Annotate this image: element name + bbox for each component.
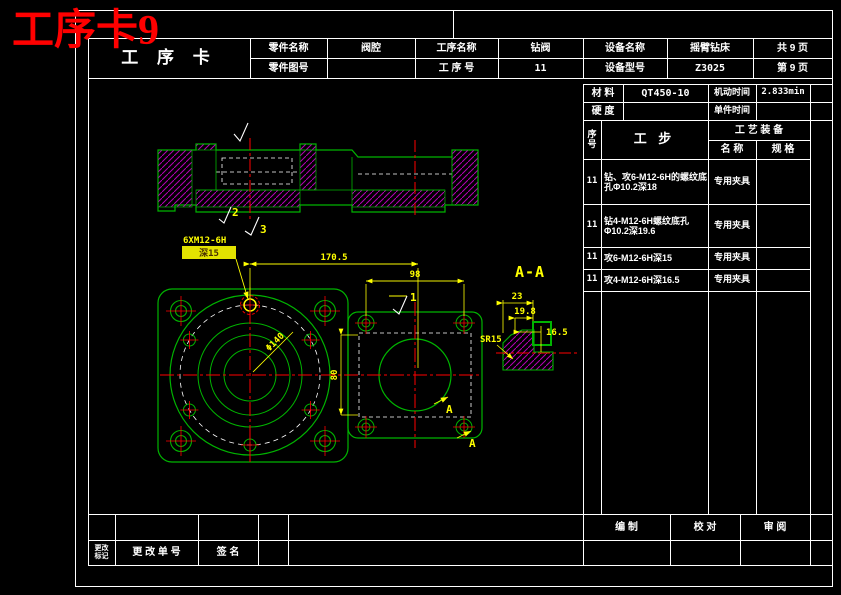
equipment-model-label: 设备型号 xyxy=(605,62,645,74)
machine-time-label: 机动时间 xyxy=(713,87,750,98)
step-desc: 攻4-M12-6H深16.5 xyxy=(604,275,680,286)
step-seq: 11 xyxy=(586,274,598,285)
equipment-model-value: Z3025 xyxy=(694,62,726,74)
step-tool: 专用夹具 xyxy=(713,175,750,186)
hardness-value xyxy=(623,102,708,120)
grid-line xyxy=(88,78,832,79)
step-tool: 专用夹具 xyxy=(713,274,750,285)
red-annotation-title: 工序卡9 xyxy=(12,8,160,54)
total-pages: 共 9 页 xyxy=(776,42,809,54)
check-label: 校 对 xyxy=(693,521,717,533)
step-spec xyxy=(756,204,810,247)
step-seq: 11 xyxy=(586,175,598,186)
inner-frame-right xyxy=(832,38,833,565)
part-name-label: 零件名称 xyxy=(268,42,309,54)
tool-spec-header: 规 格 xyxy=(771,144,795,155)
part-no-label: 零件图号 xyxy=(268,62,309,74)
signature-label: 签 名 xyxy=(216,547,240,558)
compile-label: 编 制 xyxy=(615,521,638,533)
step-column-header: 工 步 xyxy=(633,131,676,147)
step-tool: 专用夹具 xyxy=(713,219,750,230)
step-desc: 钻、攻6-M12-6H的螺纹底孔Φ10.2深18 xyxy=(604,171,708,192)
process-no-label: 工 序 号 xyxy=(438,62,475,74)
grid-line xyxy=(88,565,832,566)
tool-name-header: 名 称 xyxy=(720,144,744,155)
step-desc: 钻4-M12-6H螺纹底孔Φ10.2深19.6 xyxy=(604,215,690,236)
step-tool: 专用夹具 xyxy=(713,252,750,263)
page-no: 第 9 页 xyxy=(776,62,809,74)
material-label: 材 料 xyxy=(591,87,615,99)
part-no-value xyxy=(327,58,415,78)
process-name-value: 钻阀 xyxy=(530,42,551,54)
tooling-header: 工 艺 装 备 xyxy=(734,124,784,136)
inner-frame-left xyxy=(88,38,89,565)
step-seq: 11 xyxy=(586,252,598,263)
unit-time-label: 单件时间 xyxy=(713,105,750,116)
hardness-label: 硬 度 xyxy=(591,105,615,117)
seq-column-header: 序 号 xyxy=(587,128,597,149)
review-label: 审 阅 xyxy=(763,521,787,533)
step-spec xyxy=(756,269,810,291)
revision-order-label: 更 改 单 号 xyxy=(132,547,181,558)
centering-mark xyxy=(453,10,454,38)
revision-mark-label: 更改 标记 xyxy=(94,544,109,560)
process-no-value: 11 xyxy=(534,62,547,74)
material-value: QT450-10 xyxy=(641,87,690,99)
machine-time-value: 2.833min xyxy=(761,87,805,98)
equipment-name-value: 摇臂钻床 xyxy=(690,42,730,54)
step-spec xyxy=(756,159,810,204)
equipment-name-label: 设备名称 xyxy=(605,42,645,54)
grid-line xyxy=(810,84,811,565)
grid-line xyxy=(288,514,289,565)
cad-sheet: 2 3 170.5 98 80 Φ140 6XM12-6H 深15 1 A A … xyxy=(0,0,841,595)
part-name-value: 阀腔 xyxy=(361,42,381,54)
process-name-label: 工序名称 xyxy=(436,42,477,54)
grid-line xyxy=(258,514,259,565)
unit-time-value xyxy=(756,102,810,120)
step-seq: 11 xyxy=(586,219,598,230)
step-spec xyxy=(756,247,810,269)
step-desc: 攻6-M12-6H深15 xyxy=(604,253,673,264)
